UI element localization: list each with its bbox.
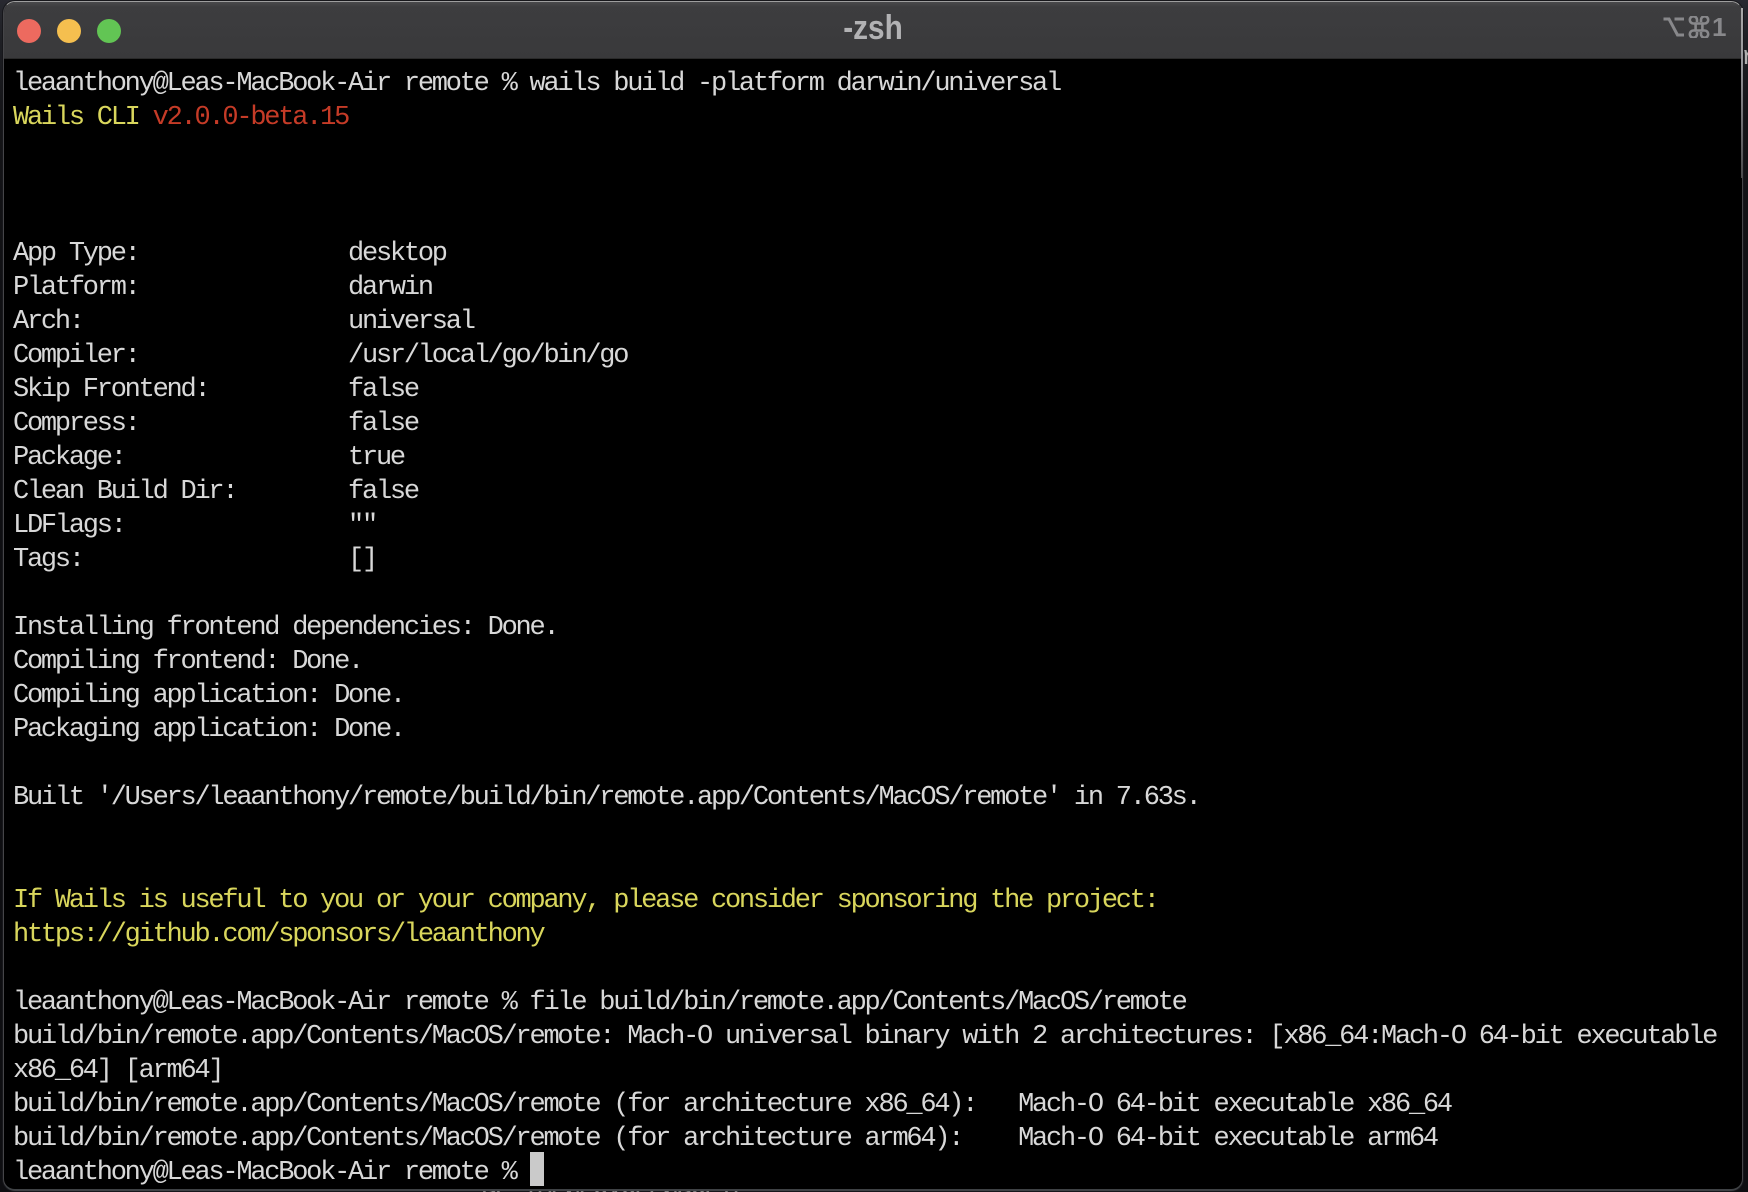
svg-text:1: 1 <box>1712 16 1726 38</box>
